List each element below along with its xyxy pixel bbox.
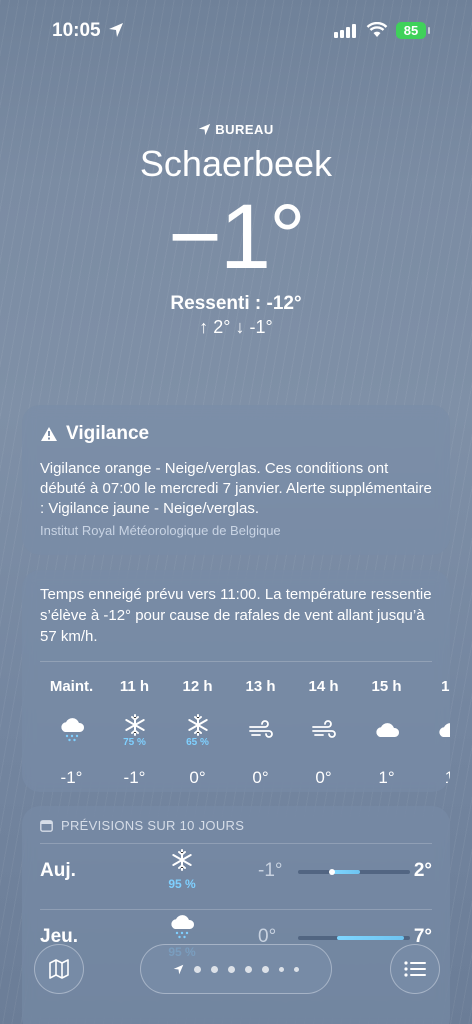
hour-item: 14 h 0° [292,678,355,788]
alert-description: Vigilance orange - Neige/verglas. Ces co… [40,460,432,517]
snowflake-icon: 75 % [103,706,166,754]
page-dot [228,965,235,973]
hour-item: 11 h 75 % -1° [103,678,166,788]
snowflake-icon: 95 % [152,848,212,891]
hour-temperature: -1° [60,768,83,787]
temperature-range-fill [337,936,405,940]
hour-temperature: 1° [378,768,395,787]
precipitation-chance: 95 % [168,877,196,891]
alert-card[interactable]: Vigilance Vigilance orange - Neige/vergl… [22,405,450,555]
snowflake-icon: 65 % [166,706,229,754]
hour-label: 11 h [119,678,150,695]
location-arrow-icon [173,964,184,974]
hourly-summary: Temps enneigé prévu vers 11:00. La tempé… [40,586,432,645]
map-button[interactable] [34,944,84,994]
hour-temperature: 1 [444,768,450,787]
temperature-range-bar [298,869,410,875]
daily-forecast-title: PRÉVISIONS SUR 10 JOURS [40,818,432,833]
cloud-icon [418,706,450,754]
high-low: ↑ 2° ↓ -1° [199,317,273,337]
page-dot [245,965,252,973]
page-dot [194,965,201,973]
cloud-icon [355,706,418,754]
hour-item: 12 h 65 % 0° [166,678,229,788]
warning-icon [41,427,57,441]
location-label: BUREAU [0,122,472,137]
page-dot [211,965,218,973]
hour-temperature: -1° [123,768,146,787]
current-weather-header: BUREAU Schaerbeek −1° Ressenti : -12° ↑ … [0,122,472,338]
location-arrow-icon [199,123,211,136]
hour-temperature: 0° [189,768,206,787]
alert-title: Vigilance [40,423,432,445]
location-arrow-icon [109,23,123,37]
hour-temperature: 0° [252,768,269,787]
page-indicator[interactable] [140,944,332,994]
status-time: 10:05 [52,20,101,41]
hourly-scroller[interactable]: Maint. -1° 11 h 75 % -1° 12 h 65 % 0° 13 h 0° 14 h… [40,678,450,788]
precipitation-chance: 65 % [186,736,209,748]
current-temp-dot [328,869,335,875]
list-button[interactable] [390,944,440,994]
day-label: Auj. [40,860,76,881]
feels-like: Ressenti : -12° [170,293,302,314]
hourly-forecast-card[interactable]: Temps enneigé prévu vers 11:00. La tempé… [22,570,450,792]
divider [40,661,432,662]
hour-label: 13 h [245,678,276,695]
list-icon [404,961,426,977]
page-dot [279,966,284,972]
status-bar: 10:05 85 [0,18,472,48]
alert-source[interactable]: Institut Royal Météorologique de Belgiqu… [40,523,432,538]
calendar-icon [40,820,53,832]
wind-icon [292,706,355,754]
wifi-icon [366,22,388,37]
hour-label: 14 h [308,678,339,695]
high-temperature: 2° [413,860,432,881]
daily-forecast-title-text: PRÉVISIONS SUR 10 JOURS [61,818,245,833]
temperature-range-bar [298,936,410,940]
hour-item: Maint. -1° [40,678,103,788]
hour-item: 15 h 1° [355,678,418,788]
hour-label: 16 [441,678,450,695]
hour-label: 12 h [182,678,213,695]
map-icon [49,959,69,979]
hour-temperature: 0° [315,768,332,787]
temperature-range-fill [331,870,360,874]
location-label-text: BUREAU [215,122,274,137]
daily-row[interactable]: Auj. 95 % -1° 2° [40,843,432,899]
battery-level: 85 [403,23,419,38]
cloud-snow-icon [40,706,103,754]
hour-item: 13 h 0° [229,678,292,788]
hour-item: 16 1 [418,678,450,788]
precipitation-chance: 75 % [123,736,146,748]
city-name: Schaerbeek [139,143,333,184]
hour-label: 15 h [371,678,402,695]
hour-label: Maint. [49,678,94,695]
wind-icon [229,706,292,754]
page-dot [262,965,269,973]
current-temperature: −1° [168,186,306,288]
cellular-signal-icon [334,24,356,38]
battery-indicator: 85 [396,22,430,39]
page-dot [294,966,299,972]
low-temperature: -1° [258,860,283,881]
alert-title-text: Vigilance [66,423,150,444]
